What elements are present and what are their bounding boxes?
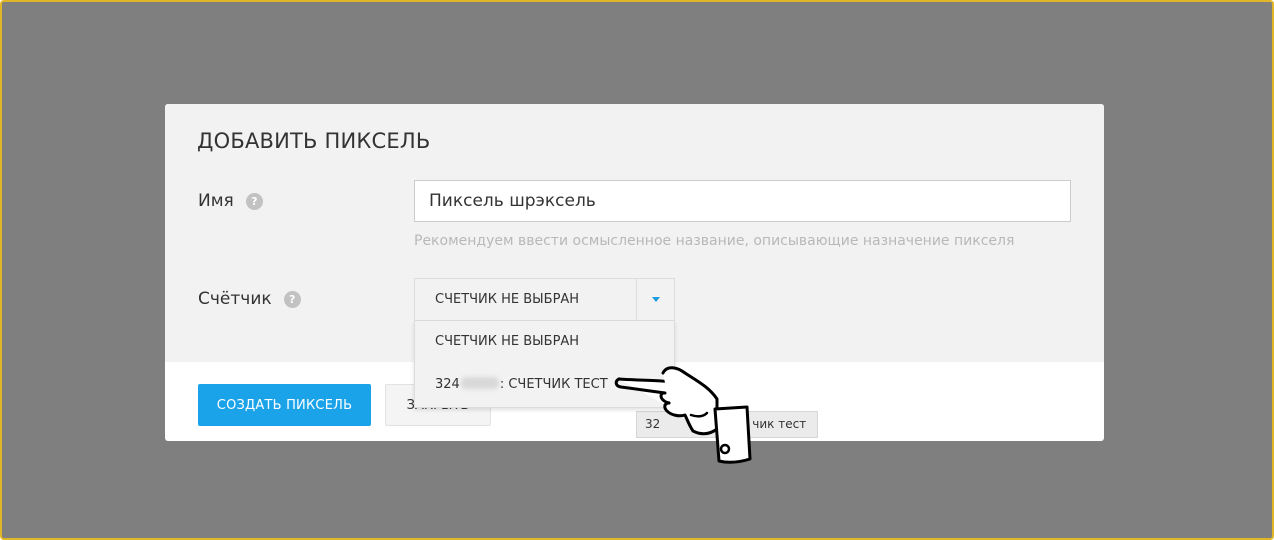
- screen-frame: ДОБАВИТЬ ПИКСЕЛЬ Имя ? Рекомендуем ввест…: [0, 0, 1274, 540]
- counter-select-value: СЧЕТЧИК НЕ ВЫБРАН: [435, 292, 580, 307]
- name-help-icon[interactable]: ?: [245, 192, 263, 210]
- redacted-digits: [460, 377, 499, 389]
- counter-label: Счётчик: [198, 289, 272, 309]
- option-label: СЧЕТЧИК НЕ ВЫБРАН: [435, 334, 580, 349]
- modal-title: ДОБАВИТЬ ПИКСЕЛЬ: [197, 129, 431, 153]
- counter-select[interactable]: СЧЕТЧИК НЕ ВЫБРАН: [414, 278, 675, 321]
- name-input[interactable]: [414, 180, 1071, 222]
- dropdown-option-test[interactable]: 324 : СЧЕТЧИК ТЕСТ: [435, 377, 608, 392]
- chevron-down-icon: [651, 297, 660, 302]
- name-label-row: Имя ?: [198, 191, 263, 211]
- option-label: : СЧЕТЧИК ТЕСТ: [499, 377, 608, 392]
- name-label: Имя: [198, 191, 234, 211]
- option-id-prefix: 324: [435, 377, 460, 392]
- name-hint: Рекомендуем ввести осмысленное название,…: [414, 233, 1015, 249]
- dropdown-option-none[interactable]: СЧЕТЧИК НЕ ВЫБРАН: [435, 334, 579, 349]
- create-pixel-button[interactable]: СОЗДАТЬ ПИКСЕЛЬ: [198, 384, 371, 426]
- select-arrow-button[interactable]: [636, 279, 674, 320]
- counter-help-icon[interactable]: ?: [283, 290, 301, 308]
- counter-label-row: Счётчик ?: [198, 289, 301, 309]
- hand-pointer-icon: [614, 366, 752, 464]
